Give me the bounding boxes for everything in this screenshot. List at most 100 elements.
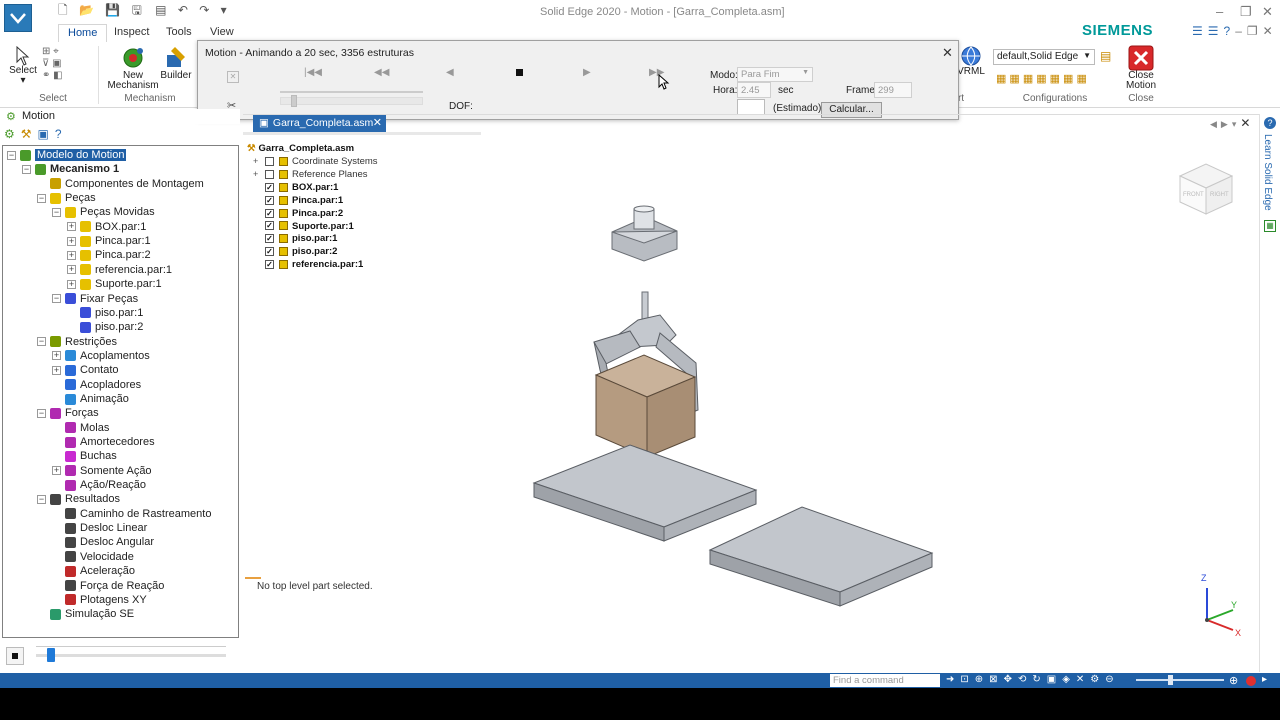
- new-mechanism-button[interactable]: New Mechanism: [107, 45, 159, 91]
- display-config-icon[interactable]: ▦: [1009, 73, 1022, 85]
- layers-tab-icon[interactable]: ▣: [38, 127, 55, 141]
- layout-icon[interactable]: ☰: [1208, 24, 1219, 38]
- mode-select[interactable]: Para Fim ▼: [737, 67, 813, 82]
- collapse-icon[interactable]: −: [7, 150, 16, 160]
- stop-small-button[interactable]: [6, 647, 24, 665]
- help-icon[interactable]: ?: [1224, 24, 1231, 38]
- 3d-model-view[interactable]: [520, 195, 950, 615]
- minimize-button[interactable]: –: [1216, 4, 1223, 19]
- find-command-input[interactable]: Find a command: [830, 674, 940, 687]
- expand-icon[interactable]: +: [67, 279, 76, 289]
- visibility-checkbox[interactable]: ✓: [265, 195, 274, 205]
- display-config-icon[interactable]: ▦: [1036, 73, 1049, 85]
- spin-icon[interactable]: ↻: [1032, 674, 1046, 685]
- close-motion-button[interactable]: Close Motion: [1124, 45, 1158, 91]
- fit-icon[interactable]: ⊠: [989, 674, 1003, 685]
- pathfinder-item[interactable]: ✓ Suporte.par:1: [253, 220, 354, 233]
- tree-node[interactable]: Plotagens XY: [52, 593, 147, 607]
- spreadsheet-icon[interactable]: ▦: [1264, 220, 1276, 232]
- application-button[interactable]: [4, 4, 32, 32]
- select-button[interactable]: Select ▾: [8, 46, 38, 86]
- expand-icon[interactable]: +: [67, 251, 76, 261]
- scroll-left-icon[interactable]: ◀: [1210, 119, 1221, 129]
- tree-node[interactable]: + Pinca.par:1: [67, 234, 151, 248]
- tree-node[interactable]: Amortecedores: [52, 435, 155, 449]
- tree-node[interactable]: − Resultados: [37, 492, 120, 506]
- display-config-icon[interactable]: ▦: [1050, 73, 1063, 85]
- collapse-icon[interactable]: −: [52, 294, 61, 304]
- collapse-icon[interactable]: −: [37, 494, 46, 504]
- zoom-out-icon[interactable]: ⊖: [1105, 674, 1119, 685]
- new-file-icon[interactable]: 🗋: [58, 3, 68, 17]
- restore-button[interactable]: ❐: [1240, 4, 1252, 20]
- tree-node[interactable]: Ação/Reação: [52, 478, 146, 492]
- view-cube[interactable]: FRONT RIGHT: [1176, 156, 1236, 218]
- zoom-area-icon[interactable]: ⊡: [960, 674, 974, 685]
- more-icon[interactable]: ▸: [1262, 674, 1267, 685]
- settings-icon[interactable]: ⚙: [1090, 674, 1105, 685]
- animation-slider[interactable]: [36, 654, 226, 657]
- ribbon-restore-icon[interactable]: ❐: [1247, 24, 1258, 38]
- tree-node[interactable]: Molas: [52, 421, 109, 435]
- rotate-icon[interactable]: ⟲: [1018, 674, 1032, 685]
- tree-node[interactable]: Aceleração: [52, 564, 135, 578]
- tab-home[interactable]: Home: [58, 24, 108, 42]
- display-config-icon[interactable]: ▦: [1063, 73, 1076, 85]
- visibility-checkbox[interactable]: ✓: [265, 260, 274, 270]
- display-icon[interactable]: ✕: [1076, 674, 1090, 685]
- tree-node[interactable]: Desloc Angular: [52, 535, 154, 549]
- pan-icon[interactable]: ✥: [1004, 674, 1018, 685]
- display-config-icon[interactable]: ▦: [1023, 73, 1036, 85]
- collapse-icon[interactable]: −: [37, 337, 46, 347]
- undo-icon[interactable]: ↶: [178, 3, 188, 17]
- tree-node[interactable]: + Somente Ação: [52, 464, 152, 478]
- step-back-button[interactable]: ◀◀: [374, 67, 389, 78]
- tree-node[interactable]: − Modelo do Motion: [7, 148, 127, 162]
- expand-icon[interactable]: +: [253, 168, 262, 181]
- expand-icon[interactable]: +: [52, 466, 61, 476]
- collapse-icon[interactable]: −: [22, 164, 31, 174]
- view-orient-icon[interactable]: ◈: [1062, 674, 1076, 685]
- save-as-icon[interactable]: 🖫: [132, 3, 142, 17]
- document-tab[interactable]: ▣ Garra_Completa.asm ✕: [253, 115, 386, 132]
- close-doc-icon[interactable]: ✕: [1240, 116, 1254, 130]
- select-group-icon[interactable]: ⚭: [42, 70, 50, 81]
- vrml-button[interactable]: VRML: [957, 45, 985, 77]
- stop-button[interactable]: [516, 69, 523, 76]
- pathfinder-item[interactable]: + Reference Planes: [253, 168, 368, 181]
- tree-node[interactable]: piso.par:2: [67, 320, 143, 334]
- open-file-icon[interactable]: 📂: [79, 3, 94, 17]
- print-icon[interactable]: ▤: [155, 3, 166, 17]
- zoom-in-icon[interactable]: ⊕: [1229, 674, 1238, 687]
- frame-field[interactable]: 299: [874, 82, 912, 98]
- reset-icon[interactable]: ✕: [227, 71, 239, 83]
- record-icon[interactable]: [1246, 676, 1256, 686]
- tree-node[interactable]: Acopladores: [52, 378, 141, 392]
- select-tool-icon[interactable]: ◧: [53, 70, 62, 81]
- configuration-select[interactable]: default,Solid Edge ▼: [993, 49, 1095, 65]
- save-icon[interactable]: 💾: [105, 3, 120, 17]
- select-options-icon[interactable]: ▣: [52, 58, 61, 69]
- visibility-checkbox[interactable]: ✓: [265, 221, 274, 231]
- time-field[interactable]: 2.45: [737, 82, 771, 98]
- tree-node[interactable]: Componentes de Montagem: [37, 177, 204, 191]
- scroll-right-icon[interactable]: ▶: [1221, 119, 1232, 129]
- tree-node[interactable]: + Suporte.par:1: [67, 277, 162, 291]
- pathfinder-item[interactable]: ✓ BOX.par:1: [253, 181, 338, 194]
- expand-icon[interactable]: +: [52, 351, 61, 361]
- tree-node[interactable]: − Peças: [37, 191, 96, 205]
- collapse-icon[interactable]: −: [52, 207, 61, 217]
- calculate-button[interactable]: Calcular...: [821, 102, 882, 118]
- tree-node[interactable]: − Restrições: [37, 335, 117, 349]
- display-config-icon[interactable]: ▦: [996, 73, 1009, 85]
- pathfinder-item[interactable]: ✓ piso.par:2: [253, 245, 337, 258]
- tree-node[interactable]: piso.par:1: [67, 306, 143, 320]
- redo-icon[interactable]: ↷: [199, 3, 209, 17]
- play-forward-button[interactable]: ▶: [583, 67, 591, 78]
- builder-button[interactable]: Builder: [158, 45, 194, 81]
- expand-icon[interactable]: +: [67, 236, 76, 246]
- time-slider-thumb[interactable]: [291, 95, 297, 107]
- visibility-checkbox[interactable]: [265, 169, 274, 179]
- tree-node[interactable]: − Mecanismo 1: [22, 162, 119, 176]
- pathfinder-item[interactable]: + Coordinate Systems: [253, 155, 378, 168]
